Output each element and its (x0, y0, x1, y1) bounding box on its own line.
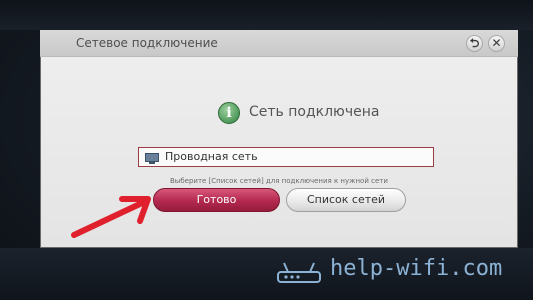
watermark: help-wifi.com (276, 256, 526, 286)
network-icon (145, 153, 159, 164)
dialog-titlebar: Сетевое подключение ⮌ ✕ (40, 30, 518, 57)
network-label: Проводная сеть (165, 150, 258, 163)
router-icon (277, 262, 321, 283)
network-list-button[interactable]: Список сетей (286, 188, 406, 212)
watermark-text: help-wifi.com (330, 256, 503, 281)
info-icon: i (218, 102, 240, 124)
red-arrow-annotation (71, 196, 151, 238)
back-icon[interactable]: ⮌ (466, 35, 483, 52)
hint-text: Выберите [Список сетей] для подключения … (170, 177, 388, 185)
network-selection-field[interactable]: Проводная сеть (138, 147, 434, 167)
status-text: Сеть подключена (249, 104, 380, 120)
done-button[interactable]: Готово (153, 188, 280, 212)
dialog-title: Сетевое подключение (76, 36, 218, 50)
connection-status: i Сеть подключена (218, 102, 418, 128)
tv-bezel-top (0, 0, 533, 30)
close-icon[interactable]: ✕ (488, 35, 505, 52)
